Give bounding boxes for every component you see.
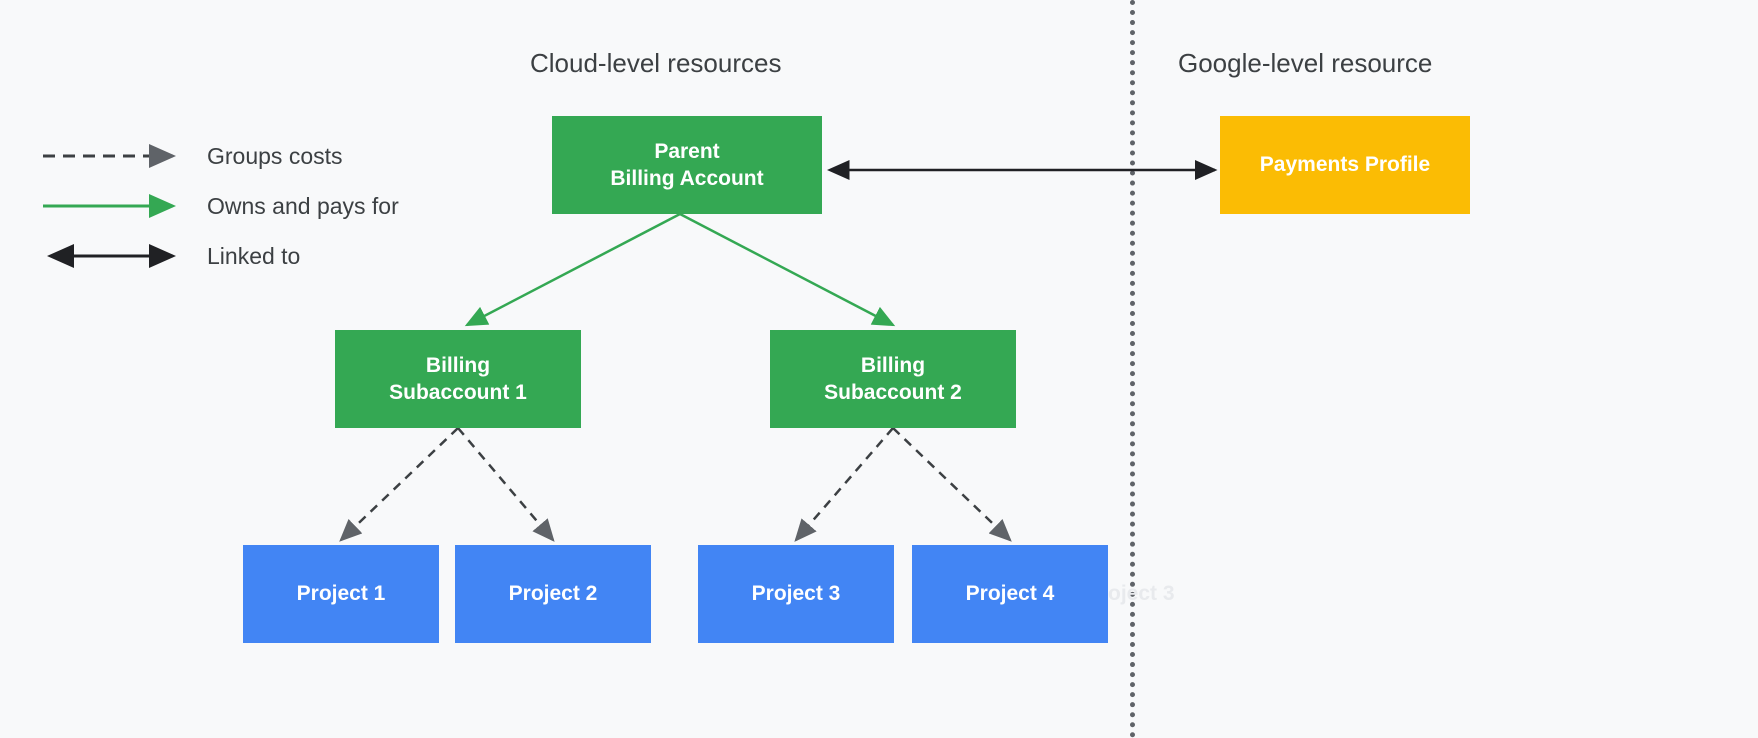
ghost-text: oject 3: [1108, 582, 1175, 606]
legend-label-owns-pays: Owns and pays for: [207, 193, 399, 220]
link-sub1-project1: [341, 428, 458, 540]
legend-line-dashed: [43, 144, 183, 168]
link-sub1-project2: [458, 428, 553, 540]
header-cloud: Cloud-level resources: [530, 48, 781, 79]
node-project3: Project 3: [698, 545, 894, 643]
legend-label-linked-to: Linked to: [207, 243, 300, 270]
node-parent-billing: Parent Billing Account: [552, 116, 822, 214]
node-project4: Project 4: [912, 545, 1108, 643]
header-google: Google-level resource: [1178, 48, 1432, 79]
node-project1: Project 1: [243, 545, 439, 643]
legend-line-solid-green: [43, 194, 183, 218]
link-sub2-project3: [796, 428, 893, 540]
legend: Groups costs Owns and pays for: [43, 140, 399, 290]
node-project2: Project 2: [455, 545, 651, 643]
node-sub1: Billing Subaccount 1: [335, 330, 581, 428]
legend-line-double-arrow: [43, 244, 183, 268]
legend-label-groups-costs: Groups costs: [207, 143, 343, 170]
node-payments-profile: Payments Profile: [1220, 116, 1470, 214]
legend-row-owns-pays: Owns and pays for: [43, 190, 399, 222]
link-parent-sub2: [680, 214, 893, 325]
legend-row-linked-to: Linked to: [43, 240, 399, 272]
link-parent-sub1: [467, 214, 680, 325]
node-sub2: Billing Subaccount 2: [770, 330, 1016, 428]
legend-row-groups-costs: Groups costs: [43, 140, 399, 172]
link-sub2-project4: [893, 428, 1010, 540]
vertical-divider: [1130, 0, 1135, 738]
